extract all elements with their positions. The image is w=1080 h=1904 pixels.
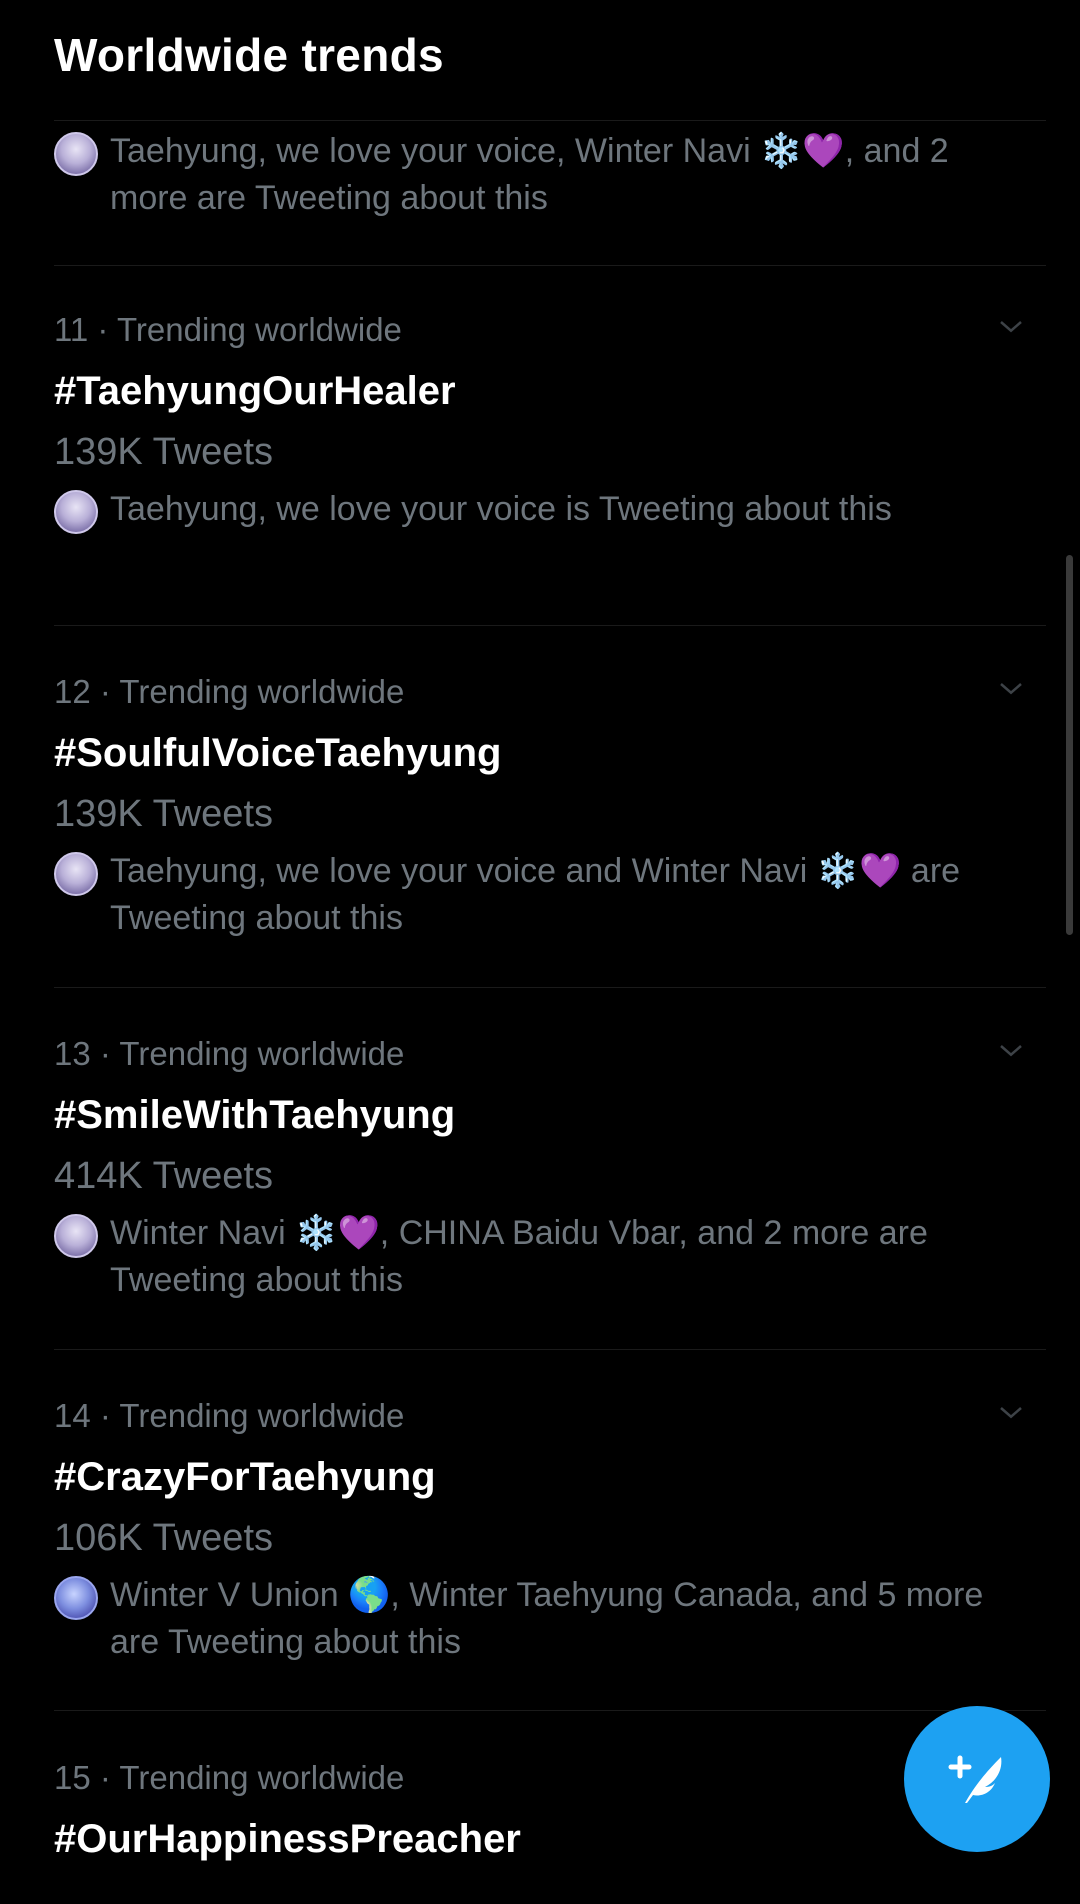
trend-meta: 11 · Trending worldwide xyxy=(54,311,402,348)
tweet-count: 139K Tweets xyxy=(54,793,274,835)
tweet-count: 414K Tweets xyxy=(54,1155,274,1197)
social-context: Taehyung, we love your voice is Tweeting… xyxy=(110,490,892,528)
chevron-down-icon[interactable] xyxy=(996,1398,1026,1428)
trend-hashtag[interactable]: #SoulfulVoiceTaehyung xyxy=(54,728,1046,778)
trend-item[interactable]: 13 · Trending worldwide #SmileWithTaehyu… xyxy=(54,1034,1046,1304)
page-title: Worldwide trends xyxy=(54,29,444,81)
trend-meta: 15 · Trending worldwide xyxy=(54,1759,405,1796)
social-context: Taehyung, we love your voice and Winter … xyxy=(110,852,961,937)
scrollbar[interactable] xyxy=(1066,555,1073,935)
trend-item[interactable]: 11 · Trending worldwide #TaehyungOurHeal… xyxy=(54,310,1046,534)
trend-item[interactable]: 12 · Trending worldwide #SoulfulVoiceTae… xyxy=(54,672,1046,942)
trend-item[interactable]: 14 · Trending worldwide #CrazyForTaehyun… xyxy=(54,1396,1046,1666)
trend-item[interactable]: 15 · Trending worldwide #OurHappinessPre… xyxy=(54,1758,1046,1864)
compose-tweet-icon xyxy=(948,1755,1002,1803)
social-context: Winter Navi ❄️💜, CHINA Baidu Vbar, and 2… xyxy=(110,1214,928,1299)
compose-tweet-button[interactable] xyxy=(904,1706,1050,1852)
chevron-down-icon[interactable] xyxy=(996,674,1026,704)
divider xyxy=(54,265,1046,266)
chevron-down-icon[interactable] xyxy=(996,1036,1026,1066)
social-context: Winter V Union 🌎, Winter Taehyung Canada… xyxy=(110,1576,984,1661)
divider xyxy=(54,1349,1046,1350)
divider xyxy=(54,625,1046,626)
avatar xyxy=(54,1576,98,1620)
trend-hashtag[interactable]: #OurHappinessPreacher xyxy=(54,1814,1046,1864)
avatar xyxy=(54,1214,98,1258)
divider xyxy=(54,987,1046,988)
divider xyxy=(54,1710,1046,1711)
trend-hashtag[interactable]: #TaehyungOurHealer xyxy=(54,366,1046,416)
divider xyxy=(54,120,1046,121)
trend-item-partial[interactable]: Taehyung, we love your voice, Winter Nav… xyxy=(54,128,1020,222)
avatar xyxy=(54,852,98,896)
social-context: Taehyung, we love your voice, Winter Nav… xyxy=(110,132,949,217)
tweet-count: 139K Tweets xyxy=(54,431,274,473)
trend-meta: 12 · Trending worldwide xyxy=(54,673,405,710)
avatar xyxy=(54,490,98,534)
trend-meta: 14 · Trending worldwide xyxy=(54,1397,405,1434)
trend-meta: 13 · Trending worldwide xyxy=(54,1035,405,1072)
tweet-count: 106K Tweets xyxy=(54,1517,274,1559)
chevron-down-icon[interactable] xyxy=(996,312,1026,342)
avatar xyxy=(54,132,98,176)
trend-hashtag[interactable]: #CrazyForTaehyung xyxy=(54,1452,1046,1502)
trend-hashtag[interactable]: #SmileWithTaehyung xyxy=(54,1090,1046,1140)
